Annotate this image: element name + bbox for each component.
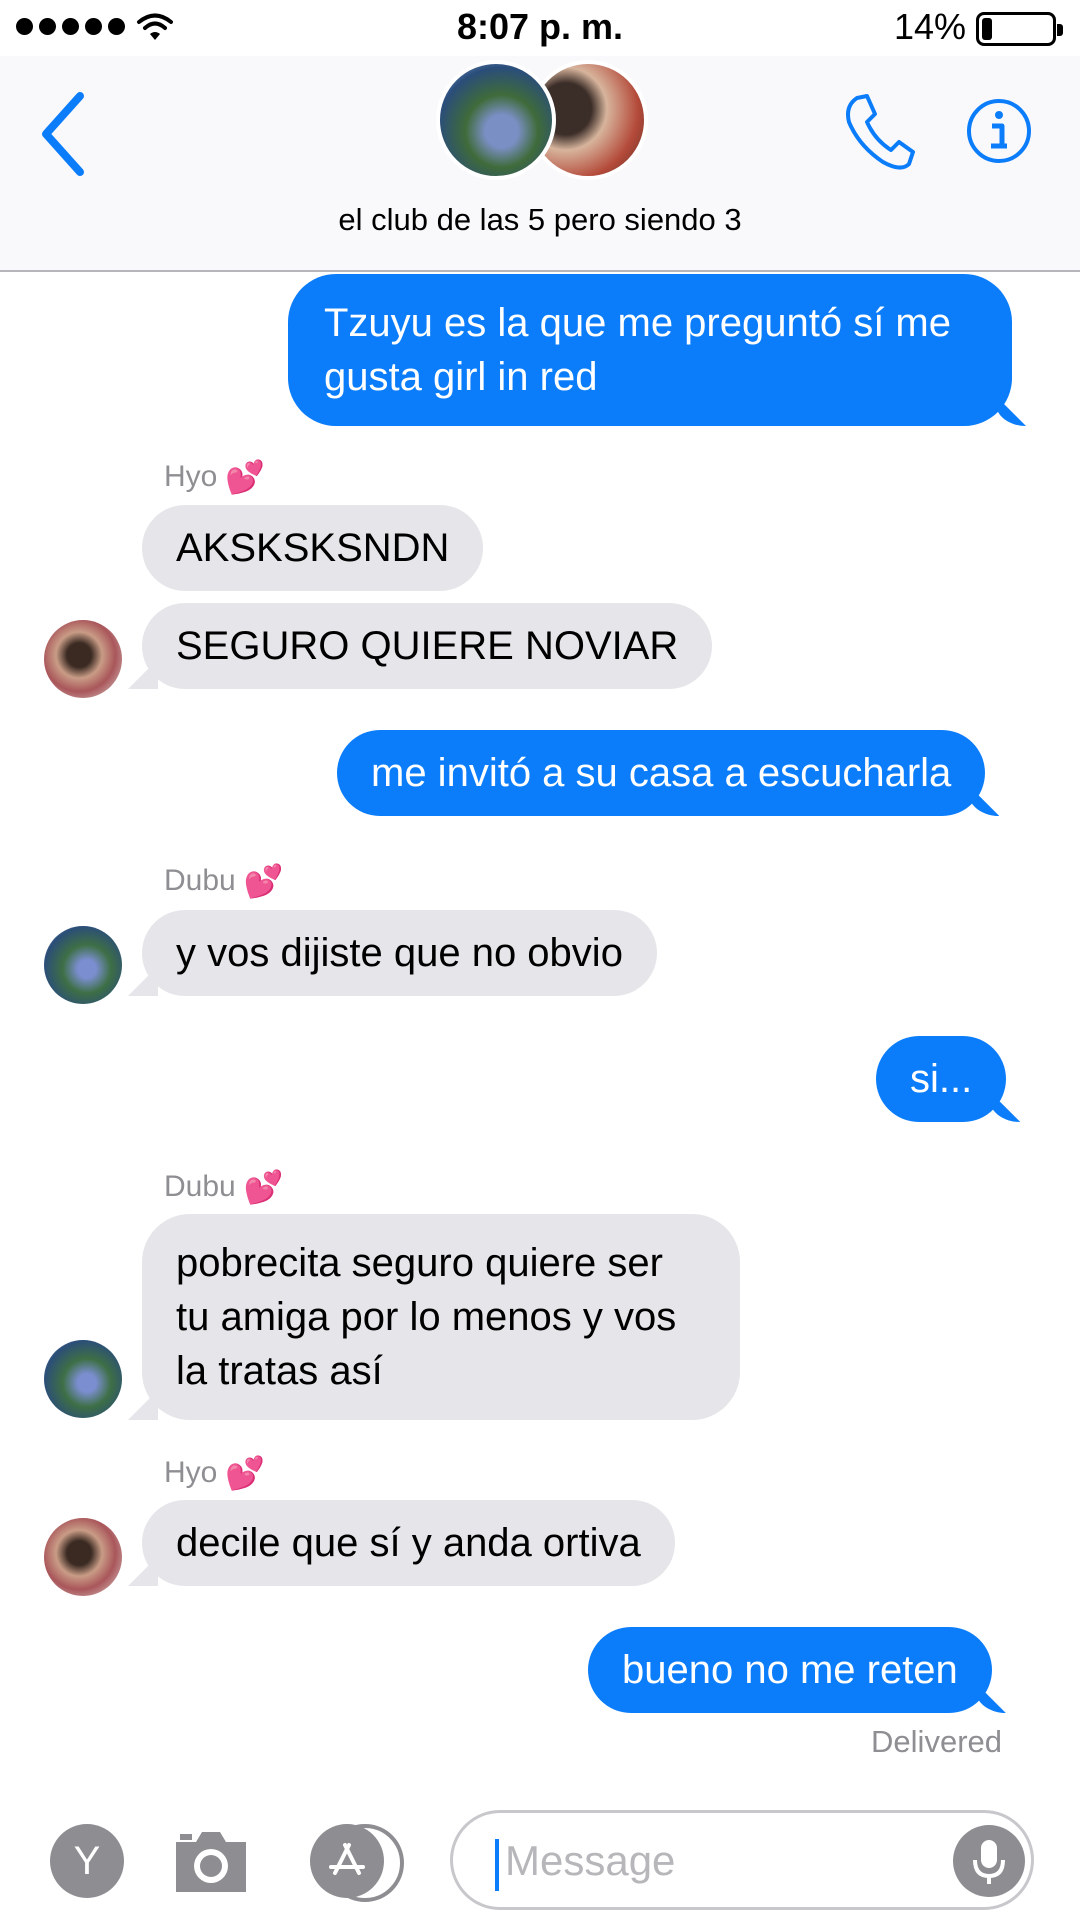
app-store-icon[interactable]	[310, 1824, 384, 1898]
incoming-message[interactable]: SEGURO QUIERE NOVIAR	[142, 603, 713, 689]
hearts-emoji: 💕	[243, 863, 284, 899]
sender-name: Hyo 💕	[164, 458, 265, 496]
message-placeholder: Message	[505, 1837, 676, 1884]
conversation-header: el club de las 5 pero siendo 3	[0, 56, 1080, 272]
sender-name: Hyo 💕	[164, 1454, 265, 1492]
incoming-message[interactable]: y vos dijiste que no obvio	[142, 910, 657, 996]
incoming-message[interactable]: pobrecita seguro quiere ser tu amiga por…	[142, 1214, 740, 1420]
microphone-glyph	[973, 1840, 1005, 1884]
sender-label: Hyo	[164, 460, 218, 493]
camera-icon[interactable]	[170, 1820, 252, 1900]
avatar[interactable]	[44, 620, 122, 698]
avatar	[436, 60, 556, 180]
avatar[interactable]	[44, 1518, 122, 1596]
outgoing-message[interactable]: Tzuyu es la que me preguntó sí me gusta …	[288, 274, 1012, 426]
group-avatars[interactable]	[436, 60, 652, 186]
info-icon[interactable]	[966, 98, 1032, 164]
avatar[interactable]	[44, 1340, 122, 1418]
battery-icon	[976, 12, 1063, 46]
y-app-button[interactable]: Y	[50, 1824, 124, 1898]
incoming-message[interactable]: AKSKSKSNDN	[142, 505, 484, 591]
outgoing-message[interactable]: bueno no me reten	[588, 1627, 992, 1713]
avatar[interactable]	[44, 926, 122, 1004]
message-input[interactable]: Message	[450, 1810, 1034, 1910]
outgoing-message[interactable]: me invitó a su casa a escucharla	[337, 730, 986, 816]
chevron-left-icon[interactable]	[36, 86, 92, 182]
incoming-message[interactable]: decile que sí y anda ortiva	[142, 1500, 675, 1586]
phone-icon[interactable]	[843, 92, 915, 172]
hearts-emoji: 💕	[225, 1455, 266, 1491]
group-name[interactable]: el club de las 5 pero siendo 3	[0, 202, 1080, 238]
sender-name: Dubu 💕	[164, 862, 284, 900]
text-cursor	[495, 1839, 499, 1891]
sender-label: Dubu	[164, 864, 236, 897]
hearts-emoji: 💕	[225, 459, 266, 495]
delivered-status: Delivered	[871, 1724, 1002, 1759]
hearts-emoji: 💕	[243, 1169, 284, 1205]
app-store-glyph	[329, 1843, 365, 1875]
outgoing-message[interactable]: si...	[876, 1036, 1007, 1122]
battery-percent: 14%	[893, 6, 966, 47]
input-bar: Y Message	[0, 1780, 1080, 1920]
battery-fill	[982, 18, 992, 40]
status-bar: 8:07 p. m. 14%	[0, 0, 1080, 56]
sender-name: Dubu 💕	[164, 1168, 284, 1206]
sender-label: Hyo	[164, 1456, 218, 1489]
microphone-icon[interactable]	[953, 1825, 1025, 1897]
sender-label: Dubu	[164, 1170, 236, 1203]
